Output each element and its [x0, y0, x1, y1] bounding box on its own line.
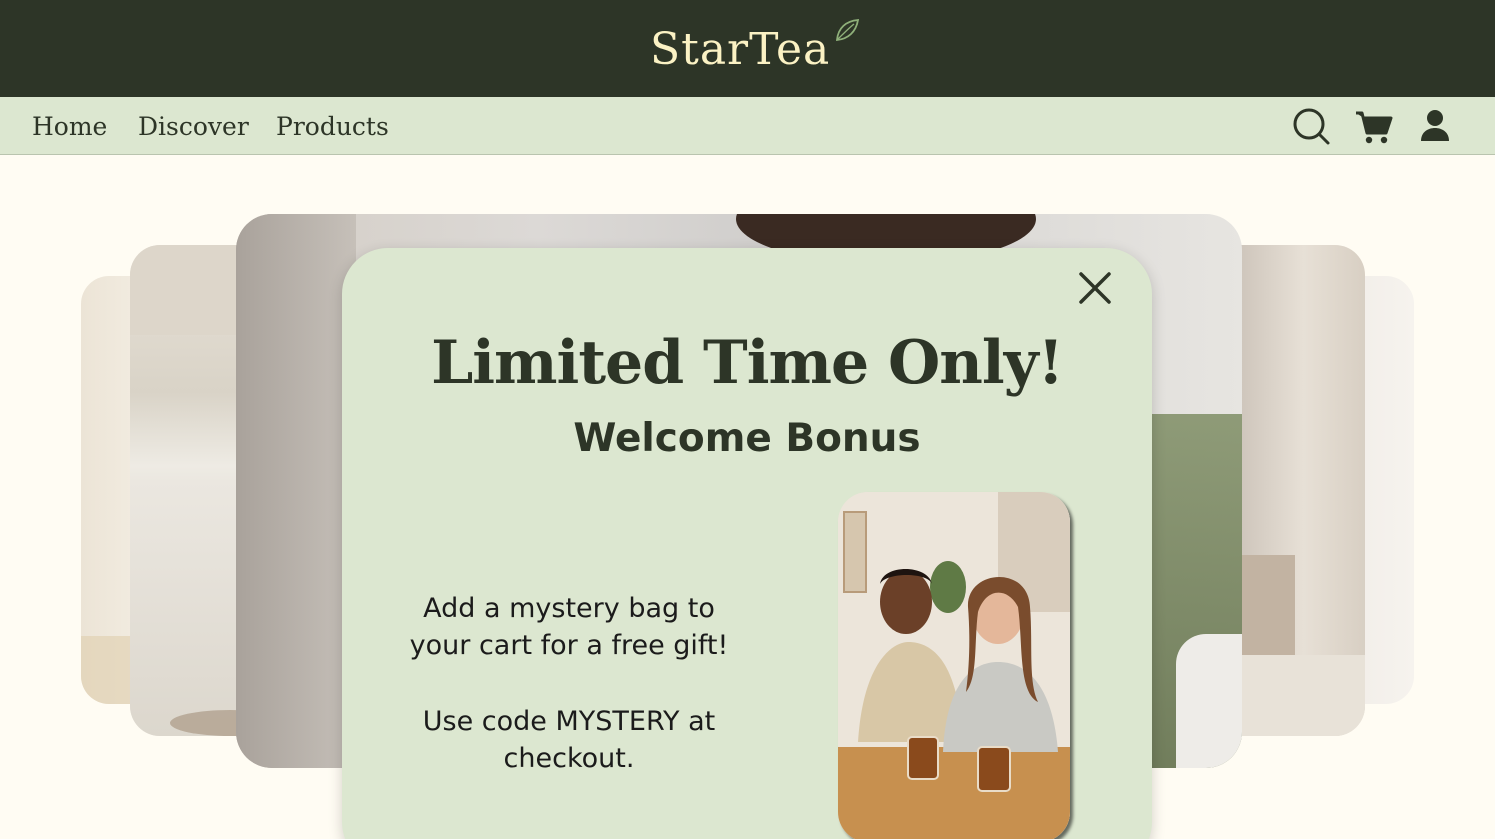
- nav-item-discover[interactable]: Discover: [138, 112, 249, 141]
- close-icon[interactable]: [1075, 268, 1115, 308]
- nav-item-products[interactable]: Products: [276, 112, 389, 141]
- account-icon[interactable]: [1414, 105, 1456, 147]
- couple-tea-photo: [838, 492, 1070, 839]
- site-header: StarTea: [0, 0, 1495, 97]
- cart-icon[interactable]: [1353, 105, 1395, 147]
- nav-bar: Home Discover Products: [0, 97, 1495, 155]
- search-icon[interactable]: [1290, 105, 1332, 147]
- popup-subtitle: Welcome Bonus: [573, 416, 921, 461]
- welcome-bonus-popup: Limited Time Only! Welcome Bonus Add a m…: [342, 248, 1152, 839]
- popup-code-text: Use code MYSTERY at checkout.: [422, 706, 716, 774]
- popup-title: Limited Time Only!: [431, 328, 1064, 398]
- logo-text: StarTea: [650, 24, 831, 75]
- logo[interactable]: StarTea: [650, 18, 860, 78]
- popup-offer-text: Add a mystery bag to your cart for a fre…: [409, 593, 729, 661]
- leaf-icon: [836, 19, 860, 41]
- nav-item-home[interactable]: Home: [32, 112, 107, 141]
